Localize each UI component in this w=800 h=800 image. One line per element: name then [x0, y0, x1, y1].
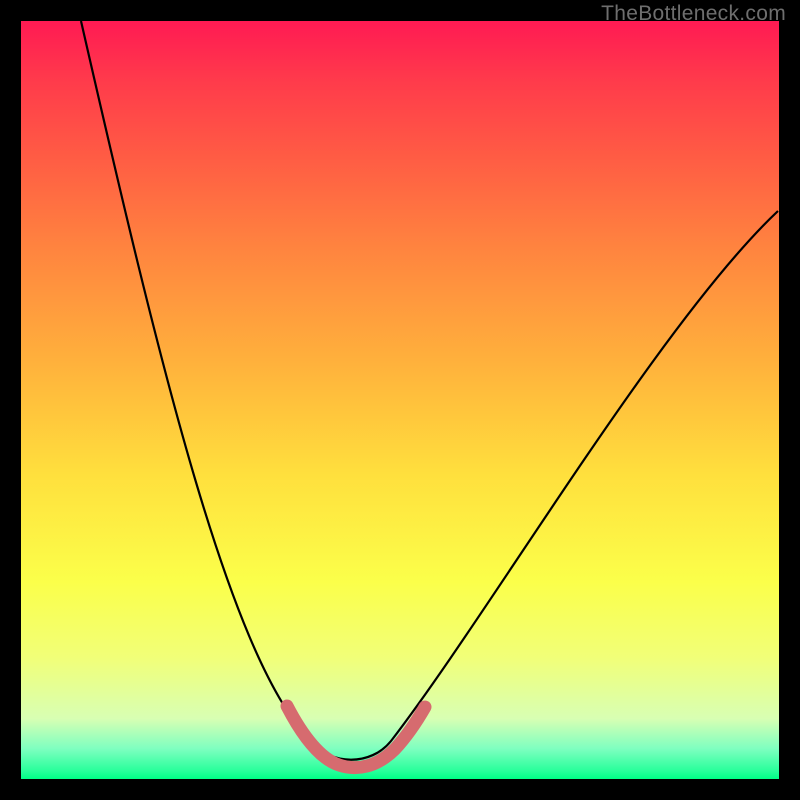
valley-highlight [287, 706, 425, 768]
chart-svg [21, 21, 779, 779]
gradient-plot-area [21, 21, 779, 779]
bottleneck-curve [81, 21, 778, 760]
watermark-text: TheBottleneck.com [601, 2, 786, 26]
